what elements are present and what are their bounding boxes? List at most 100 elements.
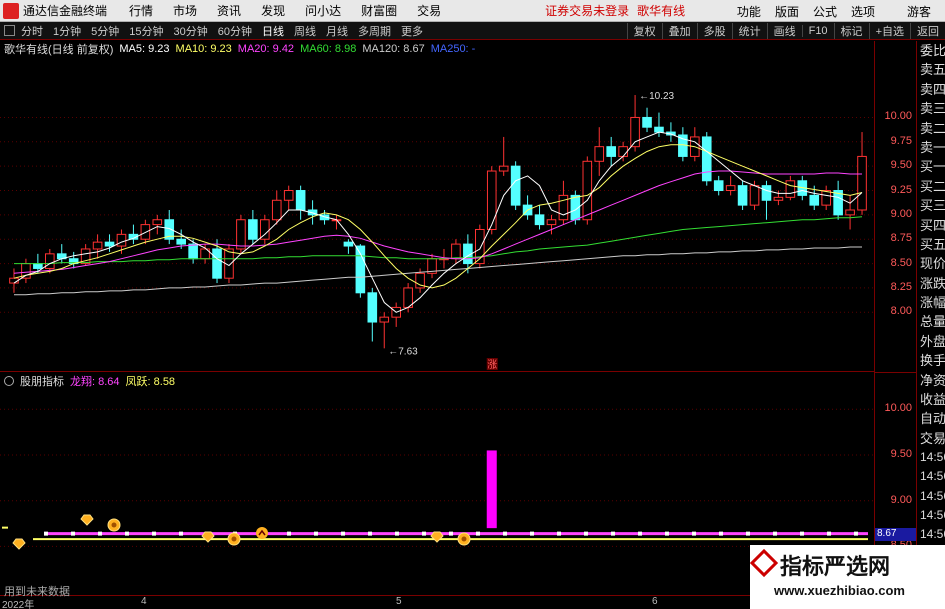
menu-item-formula[interactable]: 公式 [813,3,837,20]
tool-add-watchlist-button[interactable]: +自选 [868,23,910,39]
quote-panel-label: 涨跌 [920,275,945,291]
menu-item-layout[interactable]: 版面 [775,3,799,20]
kline-svg[interactable]: ←10.23 ←7.63 涨 [0,41,874,372]
period-15min[interactable]: 15分钟 [129,23,163,39]
menu-item-trade[interactable]: 交易 [417,2,441,19]
trade-login-notice[interactable]: 证券交易未登录 [545,2,629,19]
candle-body [343,241,354,247]
quote-panel-label: 现价 [920,256,945,272]
menu-item-function[interactable]: 功能 [737,3,761,20]
coin-signal-icon-center [461,536,467,542]
tick-time: 14:56 [920,469,945,484]
indicator-axis-label: 10.00 [884,402,912,415]
axis-divider [875,372,916,373]
quote-panel-label: 买二 [920,178,945,194]
quote-panel-label: 卖二 [920,120,945,136]
candle-body [737,185,748,206]
site-watermark: 指标严选网 www.xuezhibiao.com [749,545,945,609]
guest-user[interactable]: 游客 [907,3,931,20]
tool-stats-button[interactable]: 统计 [731,23,767,39]
period-multi[interactable]: 多周期 [358,23,391,39]
tool-back-button[interactable]: 返回 [910,23,945,39]
tool-overlay-button[interactable]: 叠加 [661,23,697,39]
period-more[interactable]: 更多 [401,23,423,39]
quote-panel-label: 委比 [920,43,945,58]
menu-item-options[interactable]: 选项 [851,3,875,20]
candle-body [618,146,628,157]
quote-panel-label: 涨幅 [920,295,945,311]
tool-multi-stock-button[interactable]: 多股 [696,23,732,39]
indicator-settings-icon[interactable] [4,376,14,386]
longxiang-marker [179,531,183,536]
candle-body [367,292,378,323]
candle-body [761,185,772,201]
current-stock-name: 歌华有线 [637,4,686,18]
menu-item-market[interactable]: 市场 [173,2,197,19]
price-axis-label: 9.75 [890,134,912,147]
longxiang-marker [368,531,372,536]
ma-legend-item: MA250: - [430,43,476,55]
quote-panel-label: 净资 [920,372,945,388]
ma-legend-item: MA5: 9.23 [119,43,170,55]
indicator-chart[interactable]: 股朋指标 龙翔: 8.64 凤跃: 8.58 [0,373,874,595]
menu-item-ask[interactable]: 问小达 [305,2,341,19]
candle-body [451,243,461,260]
menu-item-news[interactable]: 资讯 [217,2,241,19]
up-arrow-signal-icon [256,527,268,539]
chart-tools: 复权 叠加 多股 统计 画线 F10 标记 +自选 返回 [626,22,945,40]
longxiang-marker [827,531,831,536]
longxiang-marker [152,531,156,536]
candle-body [116,233,127,247]
longxiang-marker [611,531,615,536]
date-tick-4: 4 [141,596,147,607]
diamond-signal-icon [201,531,215,543]
candle-body [33,263,43,269]
quote-panel-label[interactable]: 自动 [917,409,945,428]
indicator-axis-label: 9.00 [890,493,912,506]
candle-body [606,146,616,157]
period-weekly[interactable]: 周线 [294,23,316,39]
tool-f10-button[interactable]: F10 [801,25,834,37]
period-intraday[interactable]: 分时 [21,23,43,39]
candle-body [188,243,198,260]
ma-legend-item: MA20: 9.42 [237,43,295,55]
tool-draw-button[interactable]: 画线 [766,23,802,39]
tool-adjust-button[interactable]: 复权 [626,23,662,39]
longxiang-marker [584,531,588,536]
quote-panel-label: 买五 [920,236,945,252]
candle-body [785,180,796,198]
period-1min[interactable]: 1分钟 [53,23,81,39]
chart-title: 歌华有线(日线 前复权) [4,44,114,56]
menu-item-quotes[interactable]: 行情 [129,2,153,19]
candle-body [104,241,115,247]
longxiang-marker [530,531,534,536]
period-daily[interactable]: 日线 [262,23,284,39]
tool-mark-button[interactable]: 标记 [833,23,869,39]
period-60min[interactable]: 60分钟 [218,23,252,39]
panel-toggle-icon[interactable] [4,25,15,36]
longxiang-marker [395,531,399,536]
indicator-axis-label: 9.50 [890,448,912,460]
quote-panel-label: 卖三 [920,101,945,117]
indicator-legend-items: 龙翔: 8.64 凤跃: 8.58 [70,373,181,389]
longxiang-marker [665,531,669,536]
app-title: 通达信金融终端 [23,4,108,18]
longxiang-marker [557,531,561,536]
ma10-line [13,144,863,289]
quote-side-panel: 委比 卖五 卖四 卖三 卖二 卖一 买一 买二 买三 买四 买五 现价 涨跌 涨幅 总量 外盘 换手 净资 收益 自动… [916,41,945,609]
date-tick-5: 5 [396,596,402,607]
candle-body [498,165,509,172]
longxiang-marker [719,531,723,536]
candle-body [510,165,521,206]
indicator-svg[interactable] [0,373,874,595]
menu-item-discover[interactable]: 发现 [261,2,285,19]
period-monthly[interactable]: 月线 [326,23,348,39]
quote-panel-label[interactable]: 交易 [917,429,945,448]
period-30min[interactable]: 30分钟 [174,23,208,39]
period-5min[interactable]: 5分钟 [91,23,119,39]
quote-panel-label: 买一 [920,159,945,175]
candle-body [642,116,652,128]
menu-item-wealth[interactable]: 财富圈 [361,2,397,19]
main-kline-chart[interactable]: ←10.23 ←7.63 涨 歌华有线(日线 前复权) MA5: 9.23 MA10:… [0,41,874,372]
longxiang-marker [422,531,426,536]
